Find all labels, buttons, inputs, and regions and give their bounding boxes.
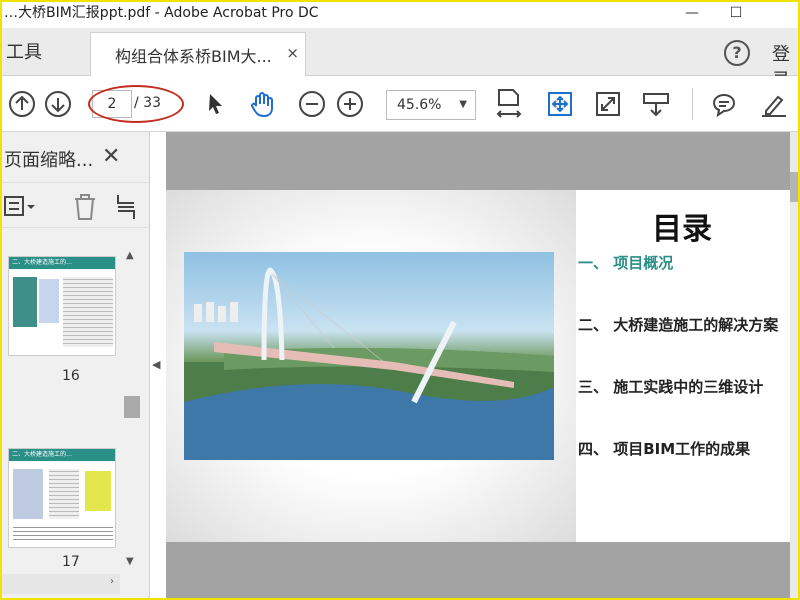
minimize-button[interactable]: —: [672, 2, 712, 26]
scroll-down-icon[interactable]: ▼: [126, 556, 134, 567]
comment-icon[interactable]: [710, 90, 738, 118]
tab-bar: 工具 构组合体系桥BIM大... × ? 登录: [2, 28, 798, 91]
panel-toolbar: [2, 182, 148, 228]
thumbnail-page-17[interactable]: 二、大桥建造施工的…: [8, 448, 116, 548]
maximize-button[interactable]: ☐: [716, 2, 756, 26]
highlight-pen-icon[interactable]: [760, 90, 788, 118]
thumbnail-page-16[interactable]: 二、大桥建造施工的…: [8, 256, 116, 356]
panel-close-icon[interactable]: ✕: [102, 144, 120, 169]
toc-item-4: 四、 项目BIM工作的成果: [578, 440, 751, 458]
toolbar-separator: [692, 88, 693, 120]
help-icon[interactable]: ?: [724, 40, 750, 66]
chevron-down-icon: ▼: [459, 99, 467, 110]
thumbnail-label-16: 16: [62, 368, 80, 384]
scroll-mode-icon[interactable]: [642, 90, 670, 118]
acrobat-window: …大桥BIM汇报ppt.pdf - Adobe Acrobat Pro DC —…: [0, 0, 800, 600]
horizontal-scrollbar[interactable]: ›: [2, 574, 120, 594]
full-screen-icon[interactable]: [594, 90, 622, 118]
toc-title: 目录: [652, 212, 712, 247]
scroll-right-icon[interactable]: ›: [110, 576, 114, 587]
pdf-page: 目录 一、 项目概况 二、 大桥建造施工的解决方案 三、 施工实践中的三维设计 …: [166, 190, 790, 542]
hand-tool-icon[interactable]: [248, 90, 276, 118]
title-bar: …大桥BIM汇报ppt.pdf - Adobe Acrobat Pro DC —…: [2, 2, 798, 28]
tab-document[interactable]: 构组合体系桥BIM大... ×: [90, 32, 306, 76]
zoom-in-icon[interactable]: [336, 90, 364, 118]
trash-icon[interactable]: [72, 193, 98, 221]
document-view[interactable]: 目录 一、 项目概况 二、 大桥建造施工的解决方案 三、 施工实践中的三维设计 …: [166, 132, 790, 598]
scroll-up-icon[interactable]: ▲: [126, 250, 134, 261]
toc-item-1: 一、 项目概况: [578, 254, 674, 272]
document-scrollbar[interactable]: [790, 132, 798, 598]
next-page-icon[interactable]: [44, 90, 72, 118]
zoom-value: 45.6%: [397, 97, 442, 113]
zoom-out-icon[interactable]: [298, 90, 326, 118]
window-title: …大桥BIM汇报ppt.pdf - Adobe Acrobat Pro DC: [4, 5, 319, 21]
bridge-photo: [184, 252, 554, 460]
fit-width-icon[interactable]: [496, 87, 522, 121]
tab-document-label: 构组合体系桥BIM大...: [115, 47, 272, 66]
thumbnail-panel: 页面缩略... ✕ 二、大桥建造施工的… 16 二、大桥建造施工的… 17 ▲ …: [2, 132, 150, 598]
fit-page-icon[interactable]: [546, 90, 574, 118]
tab-close-icon[interactable]: ×: [286, 44, 299, 62]
highlight-oval: [88, 85, 184, 123]
insert-page-icon[interactable]: [114, 193, 136, 221]
thumbnail-heading: 二、大桥建造施工的…: [9, 449, 115, 461]
thumbnail-label-17: 17: [62, 554, 80, 570]
previous-page-icon[interactable]: [8, 90, 36, 118]
toolbar: 2 / 33 45.6% ▼: [2, 76, 798, 132]
toc-item-2: 二、 大桥建造施工的解决方案: [578, 316, 779, 334]
thumbnail-options-icon[interactable]: [4, 195, 36, 217]
toc-item-3: 三、 施工实践中的三维设计: [578, 378, 764, 396]
select-cursor-icon[interactable]: [202, 90, 230, 118]
collapse-panel-icon[interactable]: ◀: [152, 358, 160, 371]
tab-tools[interactable]: 工具: [6, 38, 42, 64]
thumbnail-heading: 二、大桥建造施工的…: [9, 257, 115, 269]
panel-title: 页面缩略...: [4, 150, 94, 171]
thumbnail-scrollbar[interactable]: [122, 244, 140, 574]
zoom-select[interactable]: 45.6% ▼: [386, 90, 476, 120]
